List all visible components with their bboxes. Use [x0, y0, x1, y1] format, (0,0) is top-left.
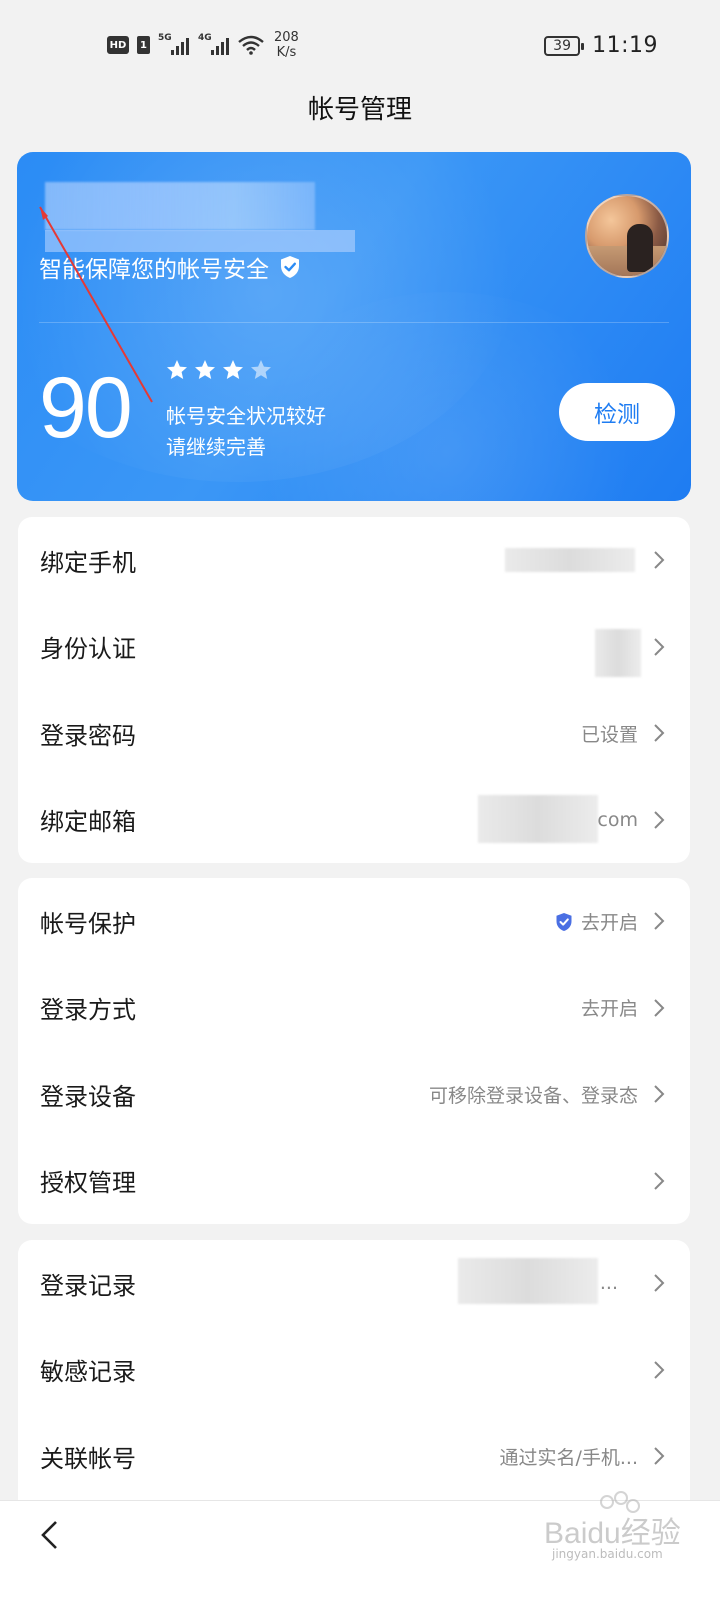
chevron-right-icon — [654, 811, 665, 829]
back-icon[interactable] — [36, 1519, 62, 1551]
star-icon — [195, 360, 215, 379]
security-hint: 请继续完善 — [166, 435, 266, 459]
signal-icon-2: 4G — [198, 33, 230, 55]
row-label: 关联帐号 — [40, 1444, 136, 1473]
chevron-right-icon — [654, 1361, 665, 1379]
row-label: 授权管理 — [40, 1169, 136, 1198]
security-card: 智能保障您的帐号安全 90 帐号安全状况较好 请继续完善 检测 — [17, 152, 691, 501]
status-bar: HD 1 5G 4G 208 K/s 39 11:19 — [0, 0, 720, 72]
avatar[interactable] — [585, 194, 669, 278]
list-item-phone[interactable]: 绑定手机 — [18, 517, 690, 604]
row-value-with-icon: 去开启 — [555, 908, 638, 935]
network-speed: 208 K/s — [274, 30, 299, 60]
row-label: 绑定手机 — [40, 548, 136, 577]
blurred-record — [458, 1258, 598, 1304]
row-label: 绑定邮箱 — [40, 808, 136, 837]
security-section: 帐号保护 去开启 登录方式 去开启 登录设备 可移除登录设备、登录态 授权管理 — [18, 878, 690, 1224]
hd-icon: HD — [107, 36, 129, 54]
row-label: 帐号保护 — [40, 909, 136, 938]
chevron-right-icon — [654, 1274, 665, 1292]
star-icon — [223, 360, 243, 379]
row-label: 登录密码 — [40, 721, 136, 750]
row-value: 已设置 — [580, 723, 638, 746]
signal-icon-1: 5G — [158, 33, 190, 55]
page-title: 帐号管理 — [307, 94, 412, 125]
list-item-identity[interactable]: 身份认证 — [18, 604, 690, 691]
list-item-login-records[interactable]: 登录记录 ... — [18, 1240, 690, 1327]
row-label: 登录记录 — [40, 1271, 136, 1300]
row-label: 敏感记录 — [40, 1358, 136, 1387]
chevron-right-icon — [654, 551, 665, 569]
list-item-authorization[interactable]: 授权管理 — [18, 1138, 690, 1225]
watermark-url: jingyan.baidu.com — [552, 1547, 663, 1561]
chevron-right-icon — [654, 1172, 665, 1190]
clock: 11:19 — [592, 33, 658, 58]
row-value: ... — [599, 1272, 618, 1295]
records-section: 登录记录 ... 敏感记录 关联帐号 通过实名/手机... — [18, 1240, 690, 1500]
blurred-identity — [595, 628, 641, 677]
row-label: 身份认证 — [40, 635, 136, 664]
shield-check-icon — [281, 256, 299, 278]
row-label: 登录设备 — [40, 1082, 136, 1111]
row-value: com — [597, 808, 638, 831]
blurred-phone — [505, 548, 635, 572]
binding-section: 绑定手机 身份认证 登录密码 已设置 绑定邮箱 com — [18, 517, 690, 863]
security-status: 帐号安全状况较好 — [166, 404, 326, 428]
list-item-sensitive-records[interactable]: 敏感记录 — [18, 1327, 690, 1414]
list-item-login-method[interactable]: 登录方式 去开启 — [18, 965, 690, 1052]
row-label: 登录方式 — [40, 996, 136, 1025]
wifi-icon — [238, 35, 264, 55]
divider — [39, 322, 669, 323]
chevron-right-icon — [654, 999, 665, 1017]
blurred-email — [478, 794, 598, 843]
row-value: 去开启 — [580, 998, 638, 1021]
chevron-right-icon — [654, 638, 665, 656]
shield-check-icon — [556, 912, 572, 931]
sim-icon: 1 — [137, 36, 150, 54]
row-value: 可移除登录设备、登录态 — [428, 1084, 638, 1107]
security-subtitle-text: 智能保障您的帐号安全 — [39, 257, 269, 283]
watermark-brand: Baidu经验 — [544, 1517, 681, 1550]
row-value: 通过实名/手机... — [499, 1446, 638, 1469]
blurred-username-overlay — [45, 230, 355, 252]
chevron-right-icon — [654, 1447, 665, 1465]
detect-button[interactable]: 检测 — [559, 383, 675, 441]
rating-stars — [165, 358, 273, 382]
chevron-right-icon — [654, 1085, 665, 1103]
chevron-right-icon — [654, 724, 665, 742]
star-icon-half — [251, 360, 271, 379]
security-score: 90 — [39, 360, 133, 456]
blurred-username — [45, 182, 315, 230]
list-item-login-devices[interactable]: 登录设备 可移除登录设备、登录态 — [18, 1051, 690, 1138]
battery-icon: 39 — [544, 35, 585, 56]
list-item-email[interactable]: 绑定邮箱 com — [18, 777, 690, 864]
title-bar: 帐号管理 — [0, 72, 720, 142]
security-subtitle: 智能保障您的帐号安全 — [39, 250, 301, 284]
list-item-account-protection[interactable]: 帐号保护 去开启 — [18, 878, 690, 965]
list-item-linked-accounts[interactable]: 关联帐号 通过实名/手机... — [18, 1413, 690, 1500]
chevron-right-icon — [654, 912, 665, 930]
star-icon — [167, 360, 187, 379]
list-item-password[interactable]: 登录密码 已设置 — [18, 690, 690, 777]
